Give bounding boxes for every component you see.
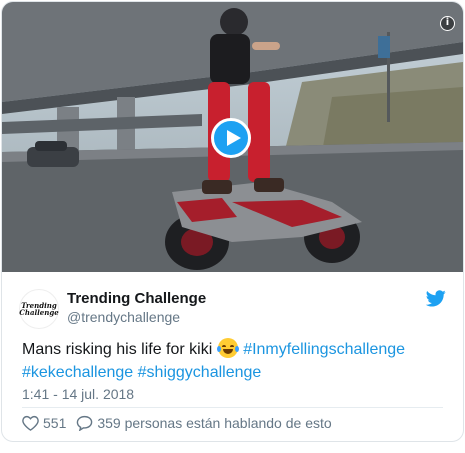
like-button[interactable]: 551 [22, 415, 66, 431]
user-handle[interactable]: @trendychallenge [67, 309, 180, 325]
user-name[interactable]: Trending Challenge [67, 290, 206, 307]
divider [22, 407, 443, 408]
tweet-actions: 551 359 personas están hablando de esto [22, 412, 332, 434]
conversation-count-text: 359 personas están hablando de esto [97, 415, 332, 431]
avatar-text-line2: Challenge [19, 308, 59, 317]
embedded-tweet-card: i Trending Challenge Trending Challenge … [1, 1, 464, 442]
play-button[interactable] [211, 118, 251, 158]
heart-icon [22, 415, 39, 431]
avatar[interactable]: Trending Challenge [19, 289, 59, 329]
speech-bubble-icon [77, 415, 93, 431]
info-icon[interactable]: i [440, 16, 455, 31]
hashtag-link[interactable]: #shiggychallenge [138, 364, 262, 381]
play-icon [227, 130, 241, 146]
tweet-header: Trending Challenge Trending Challenge @t… [2, 272, 463, 332]
tweet-timestamp[interactable]: 1:41 - 14 jul. 2018 [22, 386, 134, 402]
hashtag-link[interactable]: #kekechallenge [22, 364, 133, 381]
face-with-tears-of-joy-icon [216, 338, 239, 358]
tweet-text: Mans risking his life for kiki #Inmyfell… [22, 338, 447, 384]
tweet-body: Mans risking his life for kiki [22, 341, 213, 358]
twitter-bird-icon[interactable] [426, 290, 446, 307]
conversation-link[interactable]: 359 personas están hablando de esto [76, 415, 332, 431]
like-count: 551 [43, 415, 67, 431]
hashtag-link[interactable]: #Inmyfellingschallenge [243, 341, 405, 358]
video-media[interactable]: i [2, 2, 463, 272]
